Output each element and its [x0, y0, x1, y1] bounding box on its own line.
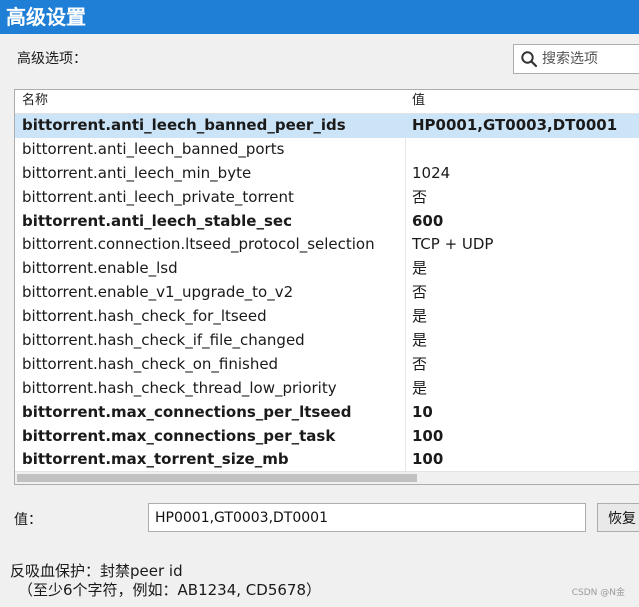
setting-value: 1024 — [412, 163, 451, 182]
table-row[interactable]: bittorrent.max_connections_per_task 100 — [15, 425, 639, 449]
table-row[interactable]: bittorrent.anti_leech_stable_sec 600 — [15, 210, 639, 234]
setting-value: 600 — [412, 211, 444, 230]
watermark: CSDN @N金 — [571, 588, 625, 598]
description-hint: （至少6个字符，例如：AB1234, CD5678） — [18, 581, 322, 599]
setting-value: 是 — [412, 307, 428, 326]
table-row[interactable]: bittorrent.enable_v1_upgrade_to_v2 否 — [15, 281, 639, 305]
setting-value: 100 — [412, 426, 444, 445]
table-row[interactable]: bittorrent.hash_check_thread_low_priorit… — [15, 377, 639, 401]
search-input[interactable] — [542, 48, 639, 70]
table-row[interactable]: bittorrent.anti_leech_private_torrent 否 — [15, 186, 639, 210]
table-rows: bittorrent.anti_leech_banned_peer_ids HP0… — [15, 114, 639, 484]
table-header: 名称 值 — [15, 90, 639, 114]
setting-name: bittorrent.hash_check_for_ltseed — [22, 307, 267, 326]
reset-button[interactable]: 恢复 — [597, 503, 639, 532]
setting-name: bittorrent.anti_leech_private_torrent — [22, 187, 294, 206]
setting-value: 100 — [412, 450, 444, 469]
setting-value: 否 — [412, 354, 428, 373]
table-row[interactable]: bittorrent.anti_leech_banned_ports — [15, 138, 639, 162]
table-row[interactable]: bittorrent.hash_check_on_finished 否 — [15, 353, 639, 377]
setting-name: bittorrent.anti_leech_stable_sec — [22, 211, 292, 230]
table-row[interactable]: bittorrent.connection.ltseed_protocol_se… — [15, 233, 639, 257]
setting-name: bittorrent.enable_v1_upgrade_to_v2 — [22, 283, 294, 302]
value-input[interactable] — [148, 503, 586, 532]
description-title: 反吸血保护：封禁peer id — [10, 562, 183, 580]
setting-name: bittorrent.connection.ltseed_protocol_se… — [22, 235, 375, 254]
table-row[interactable]: bittorrent.anti_leech_min_byte 1024 — [15, 162, 639, 186]
column-header-name[interactable]: 名称 — [22, 92, 48, 110]
settings-table[interactable]: 名称 值 bittorrent.anti_leech_banned_peer_i… — [14, 89, 639, 485]
setting-name: bittorrent.max_connections_per_ltseed — [22, 402, 352, 421]
setting-value: HP0001,GT0003,DT0001 — [412, 116, 618, 134]
setting-value: 否 — [412, 283, 428, 302]
setting-name: bittorrent.anti_leech_banned_ports — [22, 139, 285, 158]
table-row[interactable]: bittorrent.enable_lsd 是 — [15, 257, 639, 281]
window-title: 高级设置 — [6, 5, 86, 29]
setting-value: 10 — [412, 402, 433, 421]
search-icon — [521, 51, 538, 68]
setting-name: bittorrent.enable_lsd — [22, 259, 178, 278]
setting-value: TCP + UDP — [412, 235, 494, 254]
title-bar: 高级设置 — [0, 0, 639, 34]
setting-name: bittorrent.max_torrent_size_mb — [22, 450, 289, 469]
search-box[interactable] — [513, 44, 639, 74]
setting-name: bittorrent.anti_leech_min_byte — [22, 163, 252, 182]
table-row[interactable]: bittorrent.anti_leech_banned_peer_ids HP0… — [15, 114, 639, 138]
setting-value: 是 — [412, 259, 428, 278]
table-row[interactable]: bittorrent.max_connections_per_ltseed 10 — [15, 401, 639, 425]
setting-name: bittorrent.max_connections_per_task — [22, 426, 336, 445]
setting-name: bittorrent.anti_leech_banned_peer_ids — [22, 116, 346, 134]
setting-value: 是 — [412, 378, 428, 397]
setting-name: bittorrent.hash_check_on_finished — [22, 354, 279, 373]
scrollbar-thumb[interactable] — [17, 474, 417, 482]
table-row[interactable]: bittorrent.hash_check_if_file_changed 是 — [15, 329, 639, 353]
setting-name: bittorrent.hash_check_thread_low_priorit… — [22, 378, 337, 397]
column-header-value[interactable]: 值 — [412, 92, 425, 110]
setting-value: 是 — [412, 331, 428, 350]
table-row[interactable]: bittorrent.max_torrent_size_mb 100 — [15, 448, 639, 472]
value-label: 值： — [14, 512, 42, 528]
horizontal-scrollbar[interactable] — [15, 471, 639, 484]
setting-value: 否 — [412, 187, 428, 206]
advanced-options-label: 高级选项： — [17, 51, 87, 67]
table-row[interactable]: bittorrent.hash_check_for_ltseed 是 — [15, 305, 639, 329]
setting-name: bittorrent.hash_check_if_file_changed — [22, 331, 305, 350]
